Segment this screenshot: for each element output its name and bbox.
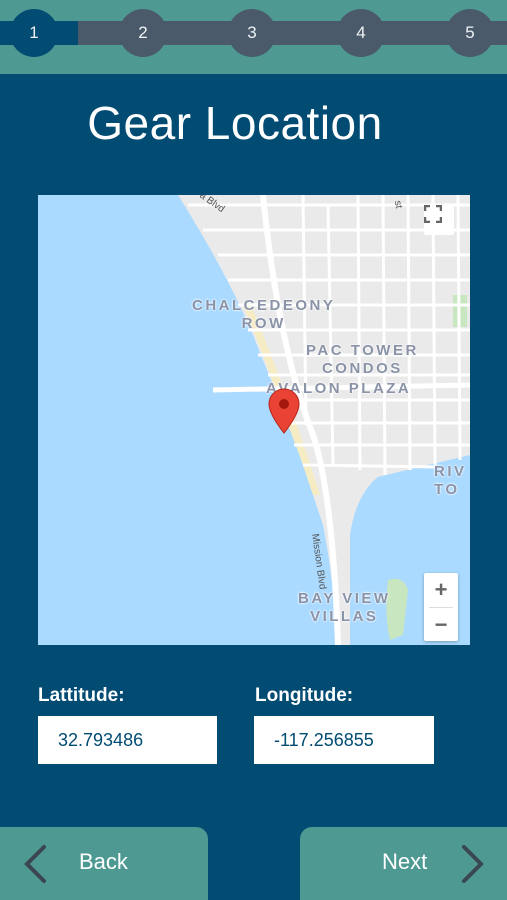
step-4-label: 4 <box>356 23 366 42</box>
page-title: Gear Location <box>87 97 383 149</box>
map-label-bay-view-villas-text: BAY VIEW VILLAS <box>298 590 391 625</box>
latitude-value: 32.793486 <box>58 729 144 750</box>
fullscreen-button[interactable] <box>424 205 454 235</box>
chevron-left-icon <box>24 845 46 883</box>
longitude-value: -117.256855 <box>274 729 374 750</box>
next-button[interactable]: Next <box>300 827 507 900</box>
map-label-chalcedeony-row: CHALCEDEONY ROW <box>192 297 335 333</box>
map-view[interactable]: CHALCEDEONY ROW PAC TOWER CONDOS AVALON … <box>38 195 470 645</box>
progress-stepper: 1 2 3 4 5 <box>0 0 507 74</box>
map-road-label-top-st: st <box>391 199 404 210</box>
map-label-bay-view-villas: BAY VIEW VILLAS <box>298 590 391 626</box>
step-2[interactable]: 2 <box>119 9 167 57</box>
longitude-label: Longitude: <box>255 685 354 706</box>
step-1-label: 1 <box>29 23 39 42</box>
step-3[interactable]: 3 <box>228 9 276 57</box>
step-5-label: 5 <box>465 23 475 42</box>
zoom-in-button[interactable]: + <box>424 573 458 607</box>
step-3-label: 3 <box>247 23 257 42</box>
step-1[interactable]: 1 <box>10 9 58 57</box>
map-label-riv-to-text: RIV TO <box>434 463 467 498</box>
step-5[interactable]: 5 <box>446 9 494 57</box>
latitude-field[interactable]: 32.793486 <box>38 716 217 764</box>
chevron-right-icon <box>462 845 484 883</box>
step-4[interactable]: 4 <box>337 9 385 57</box>
zoom-out-button[interactable]: − <box>424 608 458 642</box>
fullscreen-icon <box>424 205 442 223</box>
map-label-chalcedeony-row-text: CHALCEDEONY ROW <box>192 297 336 332</box>
next-button-label: Next <box>382 849 428 874</box>
latitude-label: Lattitude: <box>38 685 125 706</box>
map-label-pac-tower: PAC TOWER CONDOS <box>306 342 419 378</box>
longitude-field[interactable]: -117.256855 <box>254 716 434 764</box>
step-2-label: 2 <box>138 23 148 42</box>
map-label-pac-tower-text: PAC TOWER CONDOS <box>306 342 419 377</box>
back-button[interactable]: Back <box>0 827 208 900</box>
back-button-label: Back <box>79 849 128 874</box>
map-label-riv-to: RIV TO <box>434 463 467 499</box>
map-canvas <box>178 195 470 645</box>
zoom-control: + − <box>424 573 458 641</box>
